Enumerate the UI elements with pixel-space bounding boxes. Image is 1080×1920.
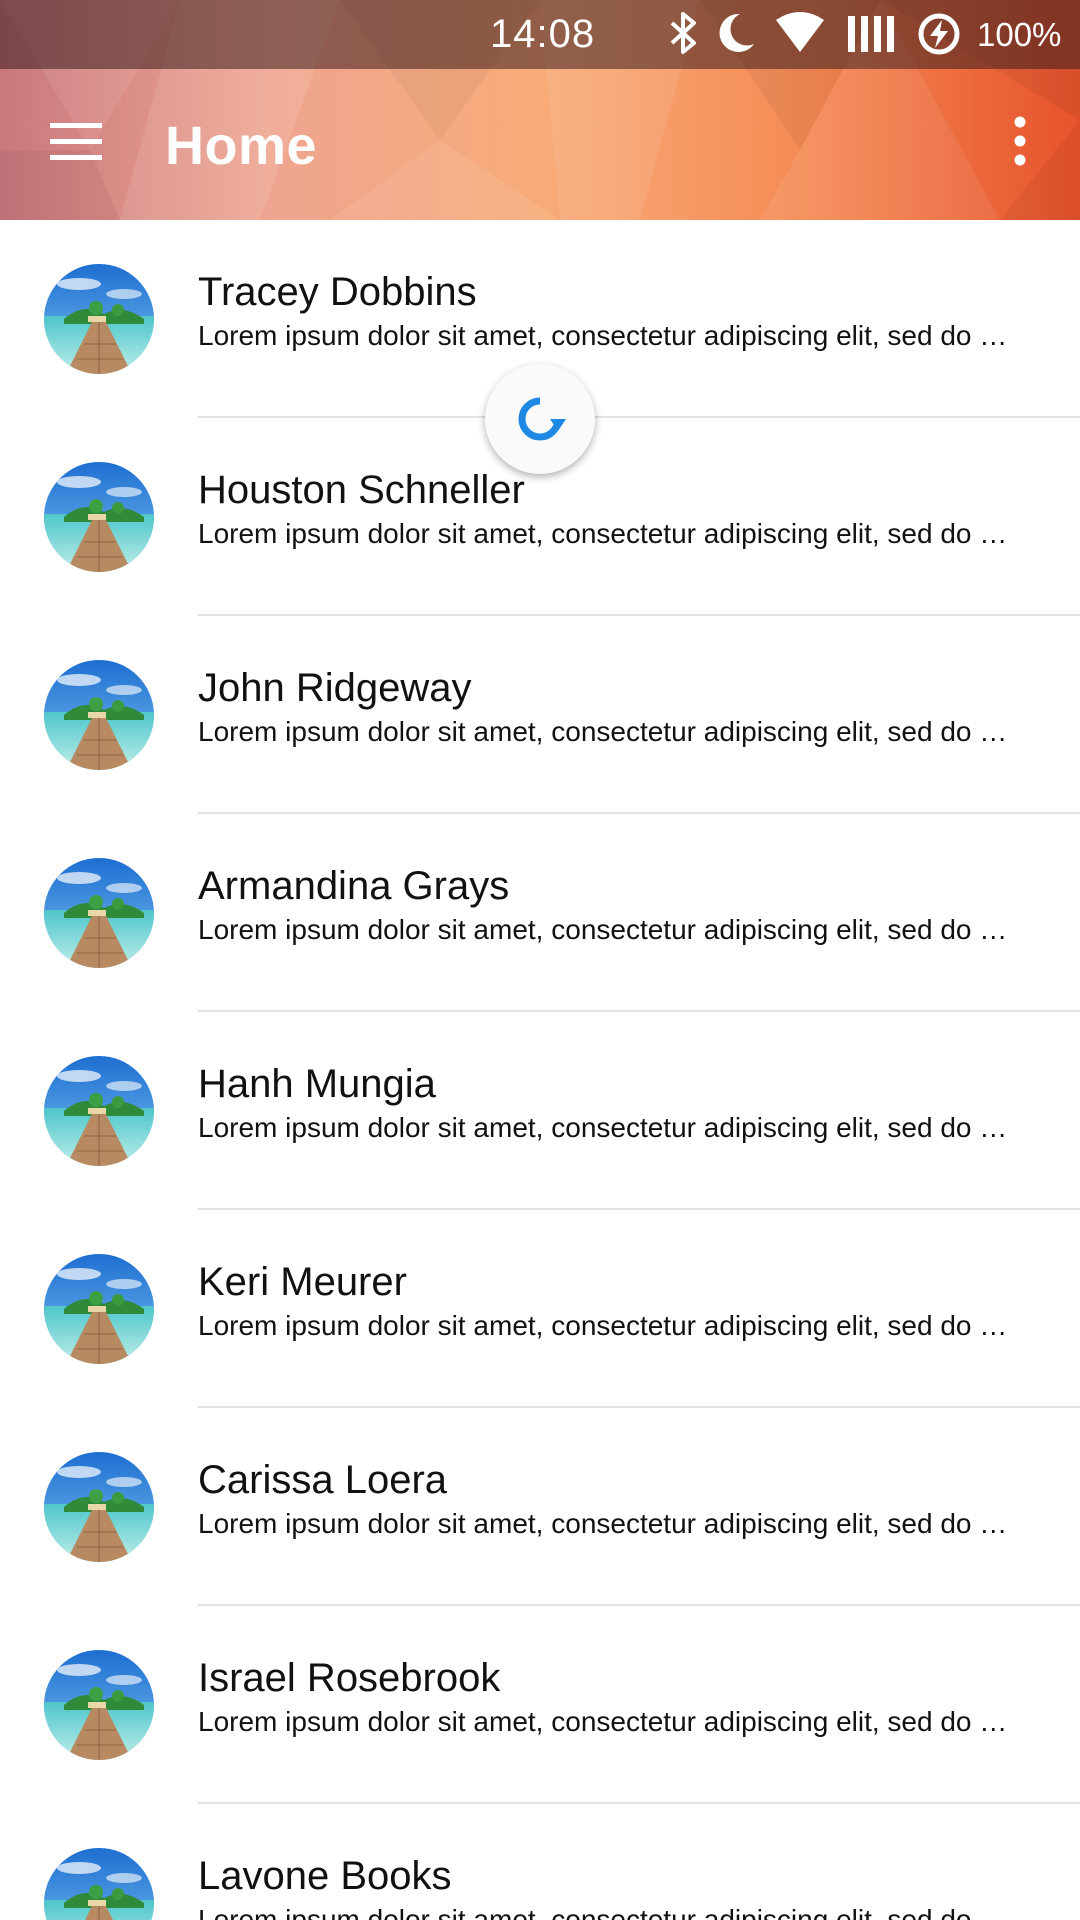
contact-description: Lorem ipsum dolor sit amet, consectetur …: [198, 320, 1008, 351]
contact-name: Carissa Loera: [198, 1458, 448, 1502]
contact-description: Lorem ipsum dolor sit amet, consectetur …: [198, 1310, 1008, 1341]
avatar: [44, 1650, 154, 1760]
signal-icon: [848, 16, 894, 52]
battery-percent: 100%: [977, 16, 1062, 53]
contact-description: Lorem ipsum dolor sit amet, consectetur …: [198, 1508, 1008, 1539]
overflow-menu-button[interactable]: [985, 109, 1055, 173]
list-item[interactable]: Israel Rosebrook Lorem ipsum dolor sit a…: [0, 1606, 1080, 1804]
refresh-icon: [518, 397, 566, 441]
contact-description: Lorem ipsum dolor sit amet, consectetur …: [198, 1112, 1008, 1143]
avatar: [44, 858, 154, 968]
status-time: 14:08: [490, 12, 596, 56]
avatar: [44, 1254, 154, 1364]
contact-name: Lavone Books: [198, 1854, 452, 1898]
avatar: [44, 660, 154, 770]
contact-description: Lorem ipsum dolor sit amet, consectetur …: [198, 716, 1008, 747]
avatar: [44, 264, 154, 374]
list-item[interactable]: Hanh Mungia Lorem ipsum dolor sit amet, …: [0, 1012, 1080, 1210]
page-title: Home: [165, 116, 318, 176]
app-bar: Home: [0, 69, 1080, 220]
avatar: [44, 1848, 154, 1920]
app-header: 14:08 100% Home: [0, 0, 1080, 220]
list-item[interactable]: John Ridgeway Lorem ipsum dolor sit amet…: [0, 616, 1080, 814]
wifi-icon: [776, 12, 824, 52]
avatar: [44, 462, 154, 572]
list-item[interactable]: Keri Meurer Lorem ipsum dolor sit amet, …: [0, 1210, 1080, 1408]
list-item[interactable]: Carissa Loera Lorem ipsum dolor sit amet…: [0, 1408, 1080, 1606]
list-item[interactable]: Armandina Grays Lorem ipsum dolor sit am…: [0, 814, 1080, 1012]
contact-description: Lorem ipsum dolor sit amet, consectetur …: [198, 914, 1008, 945]
battery-saver-icon: [918, 13, 960, 55]
contact-list: Tracey Dobbins Lorem ipsum dolor sit ame…: [0, 220, 1080, 1920]
avatar: [44, 1452, 154, 1562]
list-item[interactable]: Lavone Books Lorem ipsum dolor sit amet,…: [0, 1804, 1080, 1920]
bluetooth-icon: [670, 12, 696, 54]
contact-name: John Ridgeway: [198, 666, 472, 710]
contact-name: Keri Meurer: [198, 1260, 407, 1304]
contact-name: Houston Schneller: [198, 468, 525, 512]
avatar: [44, 1056, 154, 1166]
contact-name: Armandina Grays: [198, 864, 510, 908]
menu-button[interactable]: [36, 109, 116, 173]
pull-to-refresh-indicator: [485, 364, 595, 474]
contact-description: Lorem ipsum dolor sit amet, consectetur …: [198, 1706, 1008, 1737]
contact-description: Lorem ipsum dolor sit amet, consectetur …: [198, 518, 1008, 549]
contact-name: Tracey Dobbins: [198, 270, 477, 314]
contact-name: Israel Rosebrook: [198, 1656, 501, 1700]
hamburger-menu-icon: [50, 123, 102, 160]
more-vertical-icon: [1014, 116, 1026, 166]
status-bar: 14:08 100%: [0, 0, 1080, 69]
do-not-disturb-moon-icon: [719, 13, 754, 52]
contact-name: Hanh Mungia: [198, 1062, 436, 1106]
contact-description: Lorem ipsum dolor sit amet, consectetur …: [198, 1904, 1008, 1920]
